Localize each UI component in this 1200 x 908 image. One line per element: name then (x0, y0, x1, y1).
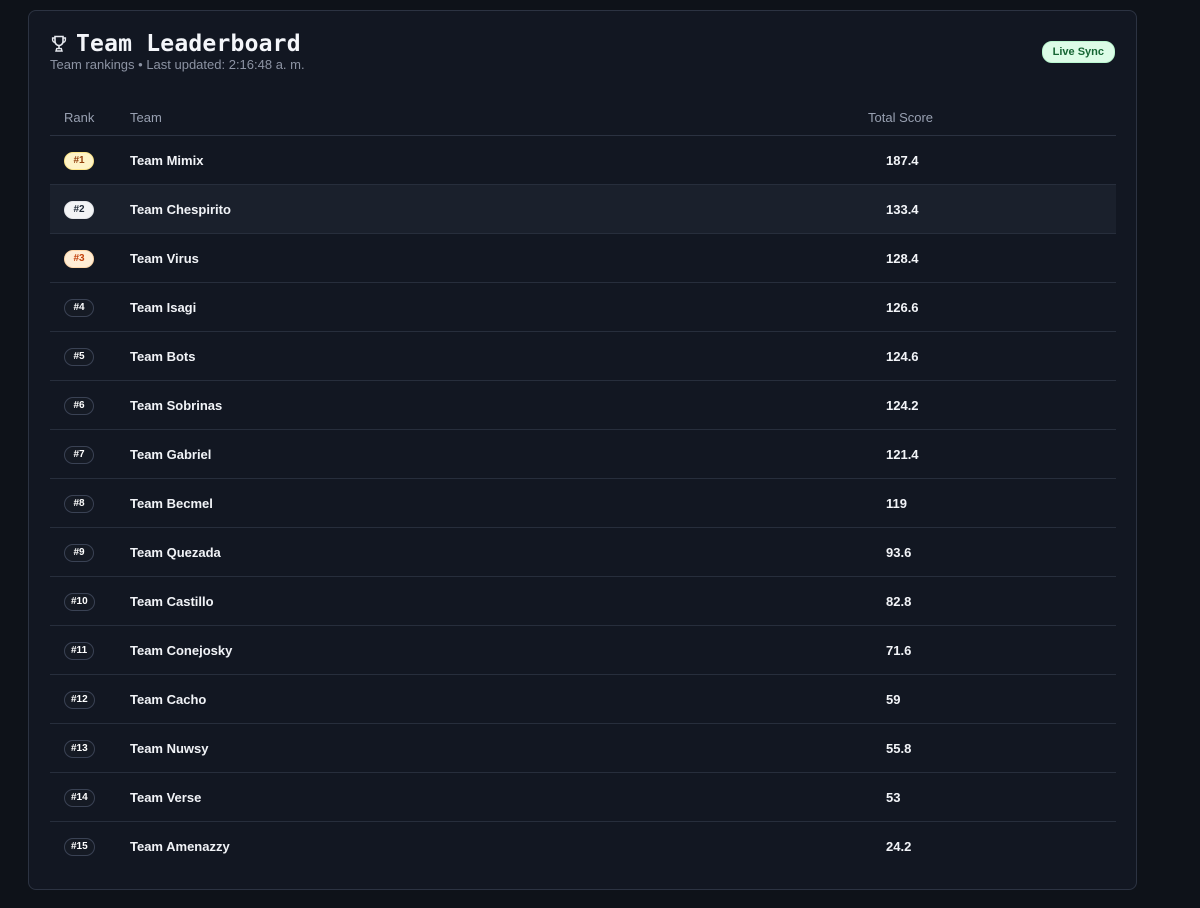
team-name: Team Virus (130, 233, 750, 283)
team-name: Team Nuwsy (130, 723, 750, 773)
rank-badge: #12 (64, 690, 95, 709)
leaderboard-table: Rank Team Total Score #1 Team Mimix 187.4 #… (50, 99, 1116, 871)
table-row[interactable]: #4 Team Isagi 126.6 (50, 282, 1116, 332)
column-header-rank[interactable]: Rank (50, 99, 130, 136)
team-name: Team Gabriel (130, 429, 750, 479)
total-score: 119 (750, 478, 1116, 528)
team-name: Team Verse (130, 772, 750, 822)
table-row[interactable]: #3 Team Virus 128.4 (50, 233, 1116, 283)
rank-badge: #4 (64, 298, 94, 317)
team-name: Team Quezada (130, 527, 750, 577)
rank-badge: #10 (64, 592, 95, 611)
rank-cell: #8 (50, 478, 130, 528)
rank-cell: #5 (50, 331, 130, 381)
total-score: 126.6 (750, 282, 1116, 332)
table-row[interactable]: #1 Team Mimix 187.4 (50, 135, 1116, 185)
team-name: Team Conejosky (130, 625, 750, 675)
total-score: 128.4 (750, 233, 1116, 283)
table-row[interactable]: #7 Team Gabriel 121.4 (50, 429, 1116, 479)
table-row[interactable]: #12 Team Cacho 59 (50, 674, 1116, 724)
rank-cell: #13 (50, 723, 130, 773)
total-score: 24.2 (886, 838, 912, 854)
rank-cell: #3 (50, 233, 130, 283)
team-name: Team Sobrinas (130, 380, 750, 430)
table-row[interactable]: #10 Team Castillo 82.8 (50, 576, 1116, 626)
leaderboard-rows: #1 Team Mimix 187.4 #2 Team Chespirito 133.4 #… (50, 135, 1116, 871)
page-title: Team Leaderboard (76, 31, 301, 57)
rank-badge: #2 (64, 200, 94, 219)
team-name: Team Bots (130, 331, 750, 381)
rank-badge: #8 (64, 494, 94, 513)
rank-badge: #11 (64, 641, 95, 660)
rank-cell: #14 (50, 772, 130, 822)
table-row[interactable]: #11 Team Conejosky 71.6 (50, 625, 1116, 675)
rank-badge: #9 (64, 543, 94, 562)
team-name: Team Becmel (130, 478, 750, 528)
rank-cell: #15 (50, 822, 130, 871)
team-name: Team Castillo (130, 576, 750, 626)
rank-badge: #6 (64, 396, 94, 415)
total-score: 82.8 (750, 576, 1116, 626)
column-header-total-score[interactable]: Total Score (750, 99, 1116, 136)
total-score: 124.6 (750, 331, 1116, 381)
total-score: 71.6 (750, 625, 1116, 675)
live-sync-badge: Live Sync (1041, 41, 1115, 63)
rank-badge: #14 (64, 788, 95, 807)
table-row[interactable]: #8 Team Becmel 119 (50, 478, 1116, 528)
rank-cell: #9 (50, 527, 130, 577)
rank-cell: #1 (50, 135, 130, 185)
table-row[interactable]: #2 Team Chespirito 133.4 (50, 184, 1116, 234)
rank-cell: #10 (50, 576, 130, 626)
total-score: 187.4 (750, 135, 1116, 185)
rank-badge: #1 (64, 151, 94, 170)
total-score: 124.2 (750, 380, 1116, 430)
team-name: Team Chespirito (130, 184, 750, 234)
team-name: Team Isagi (130, 282, 750, 332)
rank-cell: #4 (50, 282, 130, 332)
table-row[interactable]: #6 Team Sobrinas 124.2 (50, 380, 1116, 430)
rank-badge: #5 (64, 347, 94, 366)
total-score: 133.4 (750, 184, 1116, 234)
trophy-icon (50, 34, 68, 54)
table-row[interactable]: #5 Team Bots 124.6 (50, 331, 1116, 381)
total-score: 53 (750, 772, 1116, 822)
rank-cell: #12 (50, 674, 130, 724)
team-name: Team Cacho (130, 674, 750, 724)
table-header-row: Rank Team Total Score (50, 99, 1116, 136)
title-row: Team Leaderboard (50, 31, 1115, 57)
rank-cell: #11 (50, 625, 130, 675)
team-name: Team Mimix (130, 135, 750, 185)
table-row[interactable]: #15 Team Amenazzy 24.2 (50, 822, 1116, 871)
total-score: 59 (750, 674, 1116, 724)
rank-badge: #13 (64, 739, 95, 758)
total-score: 121.4 (750, 429, 1116, 479)
rank-badge: #15 (64, 837, 95, 856)
leaderboard-card: Team Leaderboard Team rankings • Last up… (28, 10, 1137, 890)
rank-cell: #7 (50, 429, 130, 479)
table-row[interactable]: #13 Team Nuwsy 55.8 (50, 723, 1116, 773)
rank-cell: #2 (50, 184, 130, 234)
total-score: 93.6 (750, 527, 1116, 577)
table-row[interactable]: #9 Team Quezada 93.6 (50, 527, 1116, 577)
rank-cell: #6 (50, 380, 130, 430)
last-updated-subtitle: Team rankings • Last updated: 2:16:48 a.… (50, 57, 305, 72)
table-row[interactable]: #14 Team Verse 53 (50, 772, 1116, 822)
rank-badge: #3 (64, 249, 94, 268)
column-header-team[interactable]: Team (130, 99, 750, 136)
total-score: 55.8 (750, 723, 1116, 773)
leaderboard-header: Team Leaderboard Team rankings • Last up… (50, 31, 1115, 75)
team-name: Team Amenazzy (130, 838, 230, 854)
rank-badge: #7 (64, 445, 94, 464)
